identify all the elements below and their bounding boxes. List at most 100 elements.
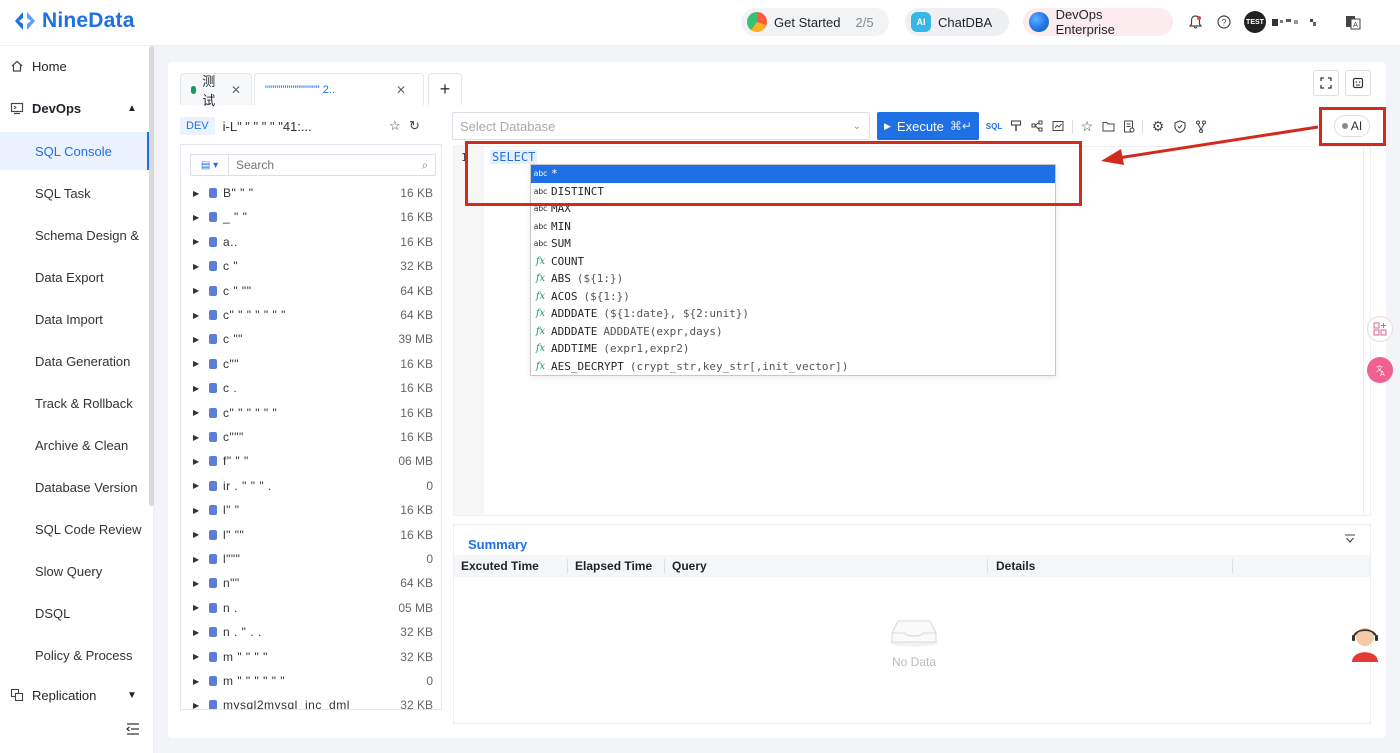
sidebar-item-data-generation[interactable]: Data Generation bbox=[0, 342, 149, 380]
support-assistant-icon[interactable] bbox=[1346, 622, 1384, 662]
sidebar-item-data-export[interactable]: Data Export bbox=[0, 258, 149, 296]
caret-right-icon[interactable]: ▶ bbox=[193, 286, 199, 295]
col-elapsed-time[interactable]: Elapsed Time bbox=[575, 559, 652, 573]
tree-item[interactable]: ▶ B" " " 16 KB bbox=[181, 181, 441, 205]
help-icon[interactable]: ? bbox=[1215, 13, 1233, 31]
tree-item[interactable]: ▶ l""" 0 bbox=[181, 547, 441, 571]
tree-item[interactable]: ▶ m " " " " 32 KB bbox=[181, 645, 441, 669]
tree-item[interactable]: ▶ l" "" 16 KB bbox=[181, 523, 441, 547]
star-icon[interactable]: ☆ bbox=[389, 118, 401, 134]
caret-right-icon[interactable]: ▶ bbox=[193, 262, 199, 271]
tab-test[interactable]: 测试 ✕ bbox=[180, 73, 252, 108]
tree-filter-select[interactable]: ▤ ▾ bbox=[191, 155, 229, 175]
editor-scrollbar[interactable] bbox=[1363, 147, 1364, 515]
col-details[interactable]: Details bbox=[996, 559, 1035, 573]
avatar[interactable]: TEST bbox=[1244, 11, 1266, 33]
tree-search-input[interactable] bbox=[229, 155, 415, 175]
tree-item[interactable]: ▶ n"" 64 KB bbox=[181, 571, 441, 595]
tree-item[interactable]: ▶ mysql2mysql_inc_dml 32 KB bbox=[181, 693, 441, 709]
execute-button[interactable]: ▶ Execute ⌘↵ bbox=[877, 112, 979, 140]
tree-item[interactable]: ▶ f" " " 06 MB bbox=[181, 449, 441, 473]
sidebar-item-archive-clean[interactable]: Archive & Clean bbox=[0, 426, 149, 464]
database-select[interactable]: Select Database ⌄ bbox=[452, 112, 870, 140]
sidebar-item-data-import[interactable]: Data Import bbox=[0, 300, 149, 338]
sidebar-item-sql-console[interactable]: SQL Console bbox=[0, 132, 149, 170]
tree-item[interactable]: ▶ l" " 16 KB bbox=[181, 498, 441, 522]
sidebar-scrollbar[interactable] bbox=[149, 46, 154, 506]
caret-right-icon[interactable]: ▶ bbox=[193, 189, 199, 198]
get-started-button[interactable]: Get Started 2/5 bbox=[741, 8, 889, 36]
devops-enterprise-button[interactable]: DevOps Enterprise bbox=[1023, 7, 1173, 37]
caret-right-icon[interactable]: ▶ bbox=[193, 603, 199, 612]
suggestion-item[interactable]: fx ADDDATE ADDDATE(expr,days) bbox=[531, 323, 1055, 341]
col-executed-time[interactable]: Excuted Time bbox=[461, 559, 539, 573]
sidebar-item-track-rollback[interactable]: Track & Rollback bbox=[0, 384, 149, 422]
caret-right-icon[interactable]: ▶ bbox=[193, 384, 199, 393]
tree-item[interactable]: ▶ a.. 16 KB bbox=[181, 230, 441, 254]
caret-right-icon[interactable]: ▶ bbox=[193, 481, 199, 490]
chart-icon[interactable] bbox=[1050, 118, 1066, 134]
suggestion-item[interactable]: fx ADDTIME (expr1,expr2) bbox=[531, 340, 1055, 358]
explain-plan-icon[interactable] bbox=[1029, 118, 1045, 134]
widget-add-icon[interactable] bbox=[1367, 316, 1393, 342]
connection-name[interactable]: i-L" " " " " "41:... bbox=[223, 119, 312, 134]
caret-right-icon[interactable]: ▶ bbox=[193, 652, 199, 661]
suggestion-item[interactable]: fx ADDDATE (${1:date}, ${2:unit}) bbox=[531, 305, 1055, 323]
caret-right-icon[interactable]: ▶ bbox=[193, 579, 199, 588]
sidebar-group-devops[interactable]: DevOps ▲ bbox=[0, 88, 149, 128]
refresh-icon[interactable]: ↻ bbox=[409, 118, 420, 134]
col-query[interactable]: Query bbox=[672, 559, 707, 573]
close-icon[interactable]: ✕ bbox=[396, 83, 406, 97]
tree-item[interactable]: ▶ _ " " 16 KB bbox=[181, 205, 441, 229]
caret-right-icon[interactable]: ▶ bbox=[193, 506, 199, 515]
caret-right-icon[interactable]: ▶ bbox=[193, 701, 199, 709]
sidebar-item-policy-process[interactable]: Policy & Process bbox=[0, 636, 149, 674]
tree-item[interactable]: ▶ c"" 16 KB bbox=[181, 352, 441, 376]
caret-right-icon[interactable]: ▶ bbox=[193, 677, 199, 686]
filter-icon[interactable] bbox=[1344, 533, 1356, 548]
sidebar-item-sql-code-review[interactable]: SQL Code Review bbox=[0, 510, 149, 548]
tree-item[interactable]: ▶ c" " " " " " 16 KB bbox=[181, 401, 441, 425]
suggestion-item[interactable]: fx AES_DECRYPT (crypt_str,key_str[,init_ve… bbox=[531, 358, 1055, 376]
tree-item[interactable]: ▶ c""" 16 KB bbox=[181, 425, 441, 449]
close-icon[interactable]: ✕ bbox=[231, 83, 241, 97]
tree-item[interactable]: ▶ ir . " " " . 0 bbox=[181, 474, 441, 498]
caret-right-icon[interactable]: ▶ bbox=[193, 457, 199, 466]
tab-active-connection[interactable]: """""""""""""" 2.. ✕ bbox=[254, 73, 424, 105]
suggestion-item[interactable]: fx COUNT bbox=[531, 253, 1055, 271]
tree-item[interactable]: ▶ c . 16 KB bbox=[181, 376, 441, 400]
translate-icon[interactable]: 文A bbox=[1367, 357, 1393, 383]
tree-item[interactable]: ▶ c " "" 64 KB bbox=[181, 279, 441, 303]
sql-format-icon[interactable]: SQL bbox=[986, 118, 1002, 134]
sidebar-item-slow-query[interactable]: Slow Query bbox=[0, 552, 149, 590]
sidebar-item-sql-task[interactable]: SQL Task bbox=[0, 174, 149, 212]
caret-right-icon[interactable]: ▶ bbox=[193, 530, 199, 539]
format-brush-icon[interactable] bbox=[1008, 118, 1024, 134]
caret-right-icon[interactable]: ▶ bbox=[193, 237, 199, 246]
sidebar-group-replication[interactable]: Replication ▼ bbox=[0, 675, 149, 715]
add-tab-button[interactable]: + bbox=[428, 73, 462, 105]
caret-right-icon[interactable]: ▶ bbox=[193, 359, 199, 368]
suggestion-item[interactable]: fx ABS (${1:}) bbox=[531, 270, 1055, 288]
caret-right-icon[interactable]: ▶ bbox=[193, 335, 199, 344]
collapse-sidebar-icon[interactable] bbox=[126, 722, 140, 738]
sidebar-item-dsql[interactable]: DSQL bbox=[0, 594, 149, 632]
caret-right-icon[interactable]: ▶ bbox=[193, 408, 199, 417]
caret-right-icon[interactable]: ▶ bbox=[193, 555, 199, 564]
chatdba-button[interactable]: AI ChatDBA bbox=[905, 8, 1009, 36]
suggestion-item[interactable]: abc MIN bbox=[531, 218, 1055, 236]
sidebar-item-home[interactable]: Home bbox=[0, 46, 149, 86]
tree-item[interactable]: ▶ n . " . . 32 KB bbox=[181, 620, 441, 644]
caret-right-icon[interactable]: ▶ bbox=[193, 311, 199, 320]
sidebar-item-schema-design[interactable]: Schema Design & bbox=[0, 216, 149, 254]
caret-right-icon[interactable]: ▶ bbox=[193, 628, 199, 637]
tree-item[interactable]: ▶ c " 32 KB bbox=[181, 254, 441, 278]
caret-right-icon[interactable]: ▶ bbox=[193, 433, 199, 442]
bell-icon[interactable] bbox=[1186, 13, 1204, 31]
tree-item[interactable]: ▶ m " " " " " " 0 bbox=[181, 669, 441, 693]
tree-item[interactable]: ▶ n . 05 MB bbox=[181, 596, 441, 620]
caret-right-icon[interactable]: ▶ bbox=[193, 213, 199, 222]
tree-item[interactable]: ▶ c "" 39 MB bbox=[181, 327, 441, 351]
fullscreen-icon[interactable] bbox=[1313, 70, 1339, 96]
sidebar-item-database-version[interactable]: Database Version bbox=[0, 468, 149, 506]
